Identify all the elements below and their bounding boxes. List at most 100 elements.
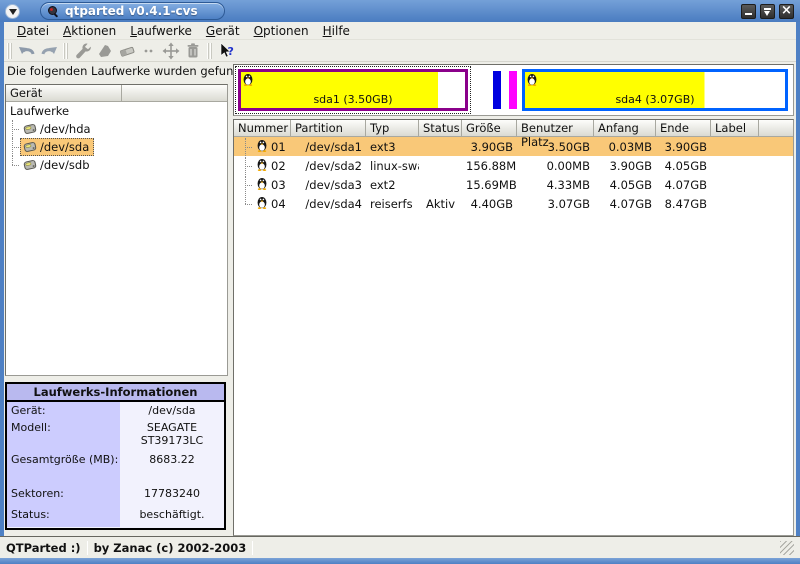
partition-panel: sda1 (3.50GB) sda4 (3.07GB) NummerPartiti… xyxy=(233,62,796,536)
tree-root-laufwerke[interactable]: Laufwerke xyxy=(6,102,227,120)
device-tree-body: Laufwerke/dev/hda/dev/sda/dev/sdb xyxy=(6,102,227,174)
menu-item-optionen[interactable]: Optionen xyxy=(247,23,316,39)
menu-item-datei[interactable]: Datei xyxy=(10,23,56,39)
maximize-button[interactable] xyxy=(760,4,775,19)
title-pill: qtparted v0.4.1-cvs xyxy=(40,2,225,20)
partition-bar-small[interactable] xyxy=(509,71,517,109)
tree-item-dev-hda[interactable]: /dev/hda xyxy=(6,120,227,138)
cell-benutzer_platz: 3.07GB xyxy=(517,197,594,211)
tree-item-label-box[interactable]: /dev/hda xyxy=(20,120,96,138)
property-button[interactable] xyxy=(72,41,94,61)
info-row: Status:beschäftigt. xyxy=(7,506,224,527)
partition-row-03[interactable]: 03/dev/sda3ext215.69MB4.33MB4.05GB4.07GB xyxy=(234,175,793,194)
qtparted-window: qtparted v0.4.1-cvs DateiAktionenLaufwer… xyxy=(0,0,800,564)
tree-item-label-box[interactable]: /dev/sda xyxy=(20,138,94,156)
resize-grip[interactable] xyxy=(780,541,794,555)
close-button[interactable] xyxy=(779,4,794,19)
undo-button[interactable] xyxy=(16,41,38,61)
redo-button[interactable] xyxy=(38,41,60,61)
partition-block-sda1[interactable]: sda1 (3.50GB) xyxy=(238,69,468,111)
minimize-button[interactable] xyxy=(741,4,756,19)
column-header-gre[interactable]: Größe xyxy=(462,120,517,137)
disk-icon xyxy=(23,158,37,172)
tux-icon xyxy=(256,176,268,190)
status-bar: QTParted :) by Zanac (c) 2002-2003 xyxy=(0,536,800,558)
erase-button[interactable] xyxy=(116,41,138,61)
partition-block-sda4[interactable]: sda4 (3.07GB) xyxy=(522,69,788,111)
tree-item-dev-sdb[interactable]: /dev/sdb xyxy=(6,156,227,174)
window-title: qtparted v0.4.1-cvs xyxy=(65,4,198,18)
row-branch-line xyxy=(239,195,253,213)
info-row: Sektoren:17783240 xyxy=(7,485,224,506)
more-button[interactable] xyxy=(138,41,160,61)
toolbar-handle[interactable] xyxy=(63,43,69,59)
info-value: 8683.22 xyxy=(120,451,224,485)
row-branch-line xyxy=(239,157,253,175)
partition-row-01[interactable]: 01/dev/sda1ext33.90GB3.50GB0.03MB3.90GB xyxy=(234,137,793,156)
column-header-partition[interactable]: Partition xyxy=(291,120,366,137)
title-bar: qtparted v0.4.1-cvs xyxy=(0,0,800,22)
move-resize-button[interactable] xyxy=(160,41,182,61)
cell-benutzer_platz: 0.00MB xyxy=(517,159,594,173)
tree-branch-line xyxy=(6,120,20,138)
drive-info-rows: Gerät:/dev/sdaModell:SEAGATE ST39173LCGe… xyxy=(7,402,224,527)
tree-item-label: /dev/hda xyxy=(40,122,91,136)
app-icon xyxy=(47,5,60,18)
device-tree[interactable]: Gerät Laufwerke/dev/hda/dev/sda/dev/sdb xyxy=(5,84,228,376)
partition-table[interactable]: NummerPartitionTypStatusGrößeBenutzer Pl… xyxy=(233,119,794,536)
tux-icon xyxy=(242,72,254,86)
tree-item-dev-sda[interactable]: /dev/sda xyxy=(6,138,227,156)
tux-icon xyxy=(256,138,268,152)
dots-icon xyxy=(140,42,158,60)
column-header-ende[interactable]: Ende xyxy=(656,120,711,137)
menu-item-laufwerke[interactable]: Laufwerke xyxy=(123,23,199,39)
info-value: beschäftigt. xyxy=(120,506,224,527)
trash-icon xyxy=(184,42,202,60)
partition-row-04[interactable]: 04/dev/sda4reiserfsAktiv4.40GB3.07GB4.07… xyxy=(234,194,793,213)
partition-bar-small[interactable] xyxy=(493,71,501,109)
tux-icon xyxy=(526,72,538,86)
device-panel: Die folgenden Laufwerke wurden gefunden:… xyxy=(4,62,229,536)
column-header-anfang[interactable]: Anfang xyxy=(594,120,656,137)
partition-block-label: sda4 (3.07GB) xyxy=(525,93,785,106)
device-tree-header: Gerät xyxy=(6,85,227,102)
cell-nummer-text: 01 xyxy=(271,140,286,154)
drive-info-title: Laufwerks-Informationen xyxy=(7,384,224,402)
tux-icon-wrap xyxy=(526,72,538,89)
toolbar-handle[interactable] xyxy=(7,43,13,59)
move-icon xyxy=(162,42,180,60)
cell-anfang: 3.90GB xyxy=(594,159,656,173)
statusbar-app-label: QTParted :) xyxy=(6,541,81,555)
system-menu-button[interactable] xyxy=(5,4,20,19)
partition-block-label: sda1 (3.50GB) xyxy=(241,93,465,106)
menu-item-gert[interactable]: Gerät xyxy=(199,23,247,39)
format-button[interactable] xyxy=(94,41,116,61)
disk-icon xyxy=(23,140,37,154)
tux-icon xyxy=(256,195,268,209)
menu-item-hilfe[interactable]: Hilfe xyxy=(316,23,357,39)
tree-item-label-box[interactable]: /dev/sdb xyxy=(20,156,95,174)
column-header-typ[interactable]: Typ xyxy=(366,120,419,137)
toolbar-handle[interactable] xyxy=(207,43,213,59)
eraser-icon xyxy=(118,42,136,60)
column-header-benutzerplatz[interactable]: Benutzer Platz xyxy=(517,120,594,137)
info-label: Gesamtgröße (MB): xyxy=(7,451,120,485)
info-label: Status: xyxy=(7,506,120,527)
drive-info-panel: Laufwerks-Informationen Gerät:/dev/sdaMo… xyxy=(5,382,226,530)
partition-row-02[interactable]: 02/dev/sda2linux-swap156.88MB0.00MB3.90G… xyxy=(234,156,793,175)
cell-nummer: 02 xyxy=(234,156,291,175)
statusbar-separator xyxy=(252,541,253,555)
whats-this-icon: ? xyxy=(218,42,236,60)
column-header-label[interactable]: Label xyxy=(711,120,759,137)
delete-button[interactable] xyxy=(182,41,204,61)
partition-bar-view[interactable]: sda1 (3.50GB) sda4 (3.07GB) xyxy=(233,64,794,116)
cell-anfang: 0.03MB xyxy=(594,140,656,154)
menu-item-aktionen[interactable]: Aktionen xyxy=(56,23,123,39)
column-header-nummer[interactable]: Nummer xyxy=(234,120,291,137)
column-header-status[interactable]: Status xyxy=(419,120,462,137)
cell-groesse: 4.40GB xyxy=(462,197,517,211)
cell-groesse: 3.90GB xyxy=(462,140,517,154)
whats-this-button[interactable]: ? xyxy=(216,41,238,61)
svg-text:?: ? xyxy=(228,45,234,58)
device-column-header[interactable]: Gerät xyxy=(6,85,122,102)
